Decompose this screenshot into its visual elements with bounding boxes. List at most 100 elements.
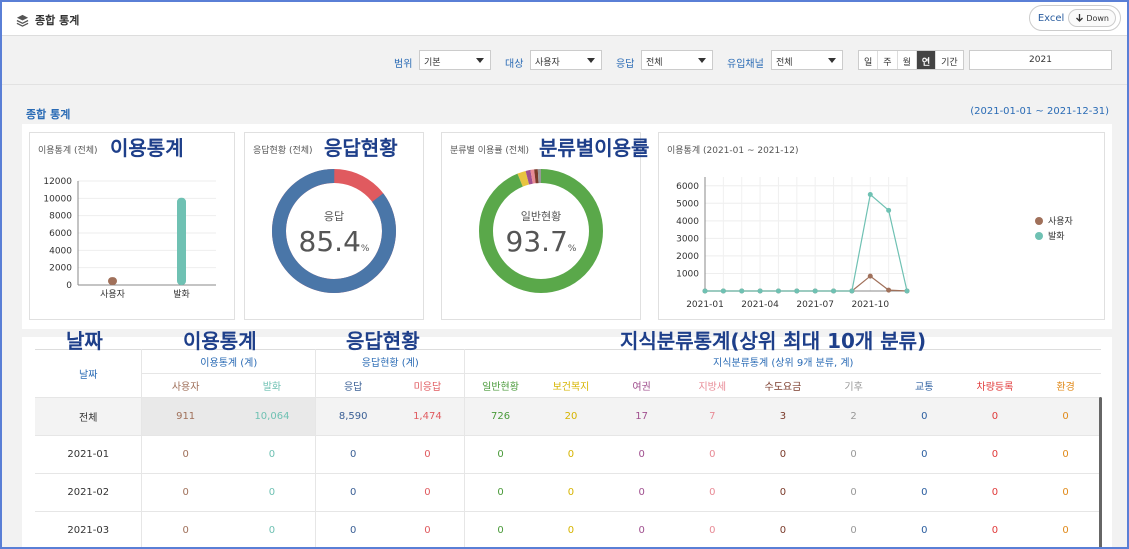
- table-cell: 0: [818, 473, 889, 512]
- series-line: [705, 275, 908, 292]
- table-cell: 3: [747, 397, 819, 436]
- target-label: 대상: [505, 59, 524, 70]
- filter-bar: 범위 기본 대상 사용자 응답 전체 유입채널 전체 일 주 월 연 기간 20…: [2, 37, 1127, 85]
- date-header: 날짜: [35, 349, 143, 398]
- table-body: 전체 911 10,064 8,590 1,474 726 20 17 7 3 2 0 0 0 2021-0…: [35, 397, 1101, 547]
- table-cell: 0: [315, 511, 391, 547]
- down-button[interactable]: Down: [1068, 9, 1116, 27]
- table-row: 2021-03 0 0 0 0 0 0 0 0 0 0 0 0 0: [35, 511, 1101, 547]
- table-cell: 911: [141, 397, 229, 436]
- top-bar: 종합 통계 Excel Down: [2, 2, 1127, 36]
- table-cell: 0: [464, 435, 536, 474]
- period-week[interactable]: 주: [878, 51, 898, 69]
- response-percent: 85.4: [298, 225, 361, 258]
- y-tick-label: 2000: [676, 252, 699, 262]
- table-scrollbar[interactable]: [1099, 397, 1102, 547]
- y-tick-label: 2000: [49, 264, 72, 274]
- overlay-date: 날짜: [66, 329, 103, 353]
- table-cell: 0: [464, 511, 536, 547]
- data-point[interactable]: [739, 288, 745, 294]
- excel-download-button[interactable]: Excel Down: [1028, 5, 1121, 31]
- table-cell: 0: [1030, 397, 1101, 436]
- table-cell: 0: [747, 435, 819, 474]
- bar[interactable]: [108, 277, 117, 285]
- table-cell: 0: [535, 473, 607, 512]
- x-tick-label: 2021-01: [686, 300, 724, 310]
- overlay-knowledge-table: 지식분류통계(상위 최대 10개 분류): [620, 329, 927, 353]
- legend-label: 사용자: [1048, 216, 1074, 227]
- column-header: 여권: [606, 373, 677, 398]
- bar[interactable]: [177, 197, 186, 285]
- response-select[interactable]: 전체: [641, 50, 713, 70]
- category-percent: 93.7: [505, 225, 568, 258]
- category-unit: %: [567, 244, 577, 254]
- y-tick-label: 0: [66, 281, 72, 291]
- table-cell: 0: [464, 473, 536, 512]
- data-point[interactable]: [794, 288, 800, 294]
- table-cell: 0: [228, 511, 317, 547]
- data-point[interactable]: [775, 288, 781, 294]
- table-cell: 0: [747, 473, 819, 512]
- table-row: 2021-02 0 0 0 0 0 0 0 0 0 0 0 0 0: [35, 473, 1101, 512]
- channel-select[interactable]: 전체: [771, 50, 843, 70]
- period-range[interactable]: 기간: [936, 51, 963, 69]
- data-point[interactable]: [867, 192, 873, 198]
- overlay-usage: 이용통계: [110, 136, 184, 160]
- data-point[interactable]: [867, 273, 873, 279]
- data-point[interactable]: [886, 207, 892, 213]
- table-cell: 0: [959, 473, 1031, 512]
- table-cell: 0: [888, 511, 960, 547]
- table-cell: 2: [818, 397, 889, 436]
- y-tick-label: 1000: [676, 269, 699, 279]
- table-cell: 17: [606, 397, 677, 436]
- row-date: 2021-03: [35, 511, 143, 547]
- column-header: 보건복지: [535, 373, 607, 398]
- channel-label: 유입채널: [727, 59, 764, 70]
- trend-line-chart: 1000 2000 3000 4000 5000 6000 2021-01 2021-04 20…: [676, 177, 1074, 310]
- table-cell: 0: [676, 511, 748, 547]
- data-point[interactable]: [702, 288, 708, 294]
- period-year[interactable]: 연: [916, 51, 937, 69]
- table-cell: 0: [390, 473, 466, 512]
- column-header: 환경: [1030, 373, 1101, 398]
- table-cell: 0: [676, 435, 748, 474]
- table-cell: 1,474: [390, 397, 466, 436]
- legend-label: 발화: [1048, 231, 1065, 242]
- response-value: 전체: [646, 58, 663, 68]
- stats-table-panel: 날짜 이용통계 (계) 응답현황 (계) 지식분류통계 (상위 9개 분류, 계…: [22, 337, 1112, 547]
- trend-card: 이용통계 (2021-01 ~ 2021-12) 1000 2000 3000 400…: [658, 132, 1105, 320]
- period-day[interactable]: 일: [859, 51, 879, 69]
- column-header: 기후: [818, 373, 889, 398]
- target-select[interactable]: 사용자: [530, 50, 602, 70]
- stats-table: 날짜 이용통계 (계) 응답현황 (계) 지식분류통계 (상위 9개 분류, 계…: [35, 349, 1101, 547]
- response-unit: %: [360, 244, 370, 254]
- data-point[interactable]: [831, 288, 837, 294]
- response-center-label: 응답: [323, 210, 345, 223]
- data-point[interactable]: [886, 287, 892, 293]
- scope-select[interactable]: 기본: [419, 50, 491, 70]
- overlay-category: 분류별이용률: [539, 136, 650, 160]
- column-header: 교통: [888, 373, 960, 398]
- table-cell: 7: [676, 397, 748, 436]
- scope-value: 기본: [424, 58, 441, 68]
- data-point[interactable]: [720, 288, 726, 294]
- section-title: 종합 통계: [26, 108, 71, 121]
- table-cell: 0: [888, 397, 960, 436]
- table-cell: 0: [315, 473, 391, 512]
- y-tick-label: 6000: [49, 229, 72, 239]
- column-header: 미응답: [390, 373, 466, 398]
- column-header: 일반현황: [464, 373, 536, 398]
- data-point[interactable]: [757, 288, 763, 294]
- year-input[interactable]: 2021: [969, 50, 1112, 70]
- table-cell: 0: [888, 473, 960, 512]
- period-month[interactable]: 월: [898, 51, 917, 69]
- table-cell: 0: [228, 435, 317, 474]
- y-tick-label: 6000: [676, 182, 699, 192]
- data-point[interactable]: [849, 288, 855, 294]
- data-point[interactable]: [812, 288, 818, 294]
- down-label: Down: [1086, 13, 1109, 23]
- data-point[interactable]: [904, 288, 910, 294]
- column-header: 차량등록: [959, 373, 1031, 398]
- y-tick-label: 12000: [43, 177, 72, 187]
- column-header: 지방세: [676, 373, 748, 398]
